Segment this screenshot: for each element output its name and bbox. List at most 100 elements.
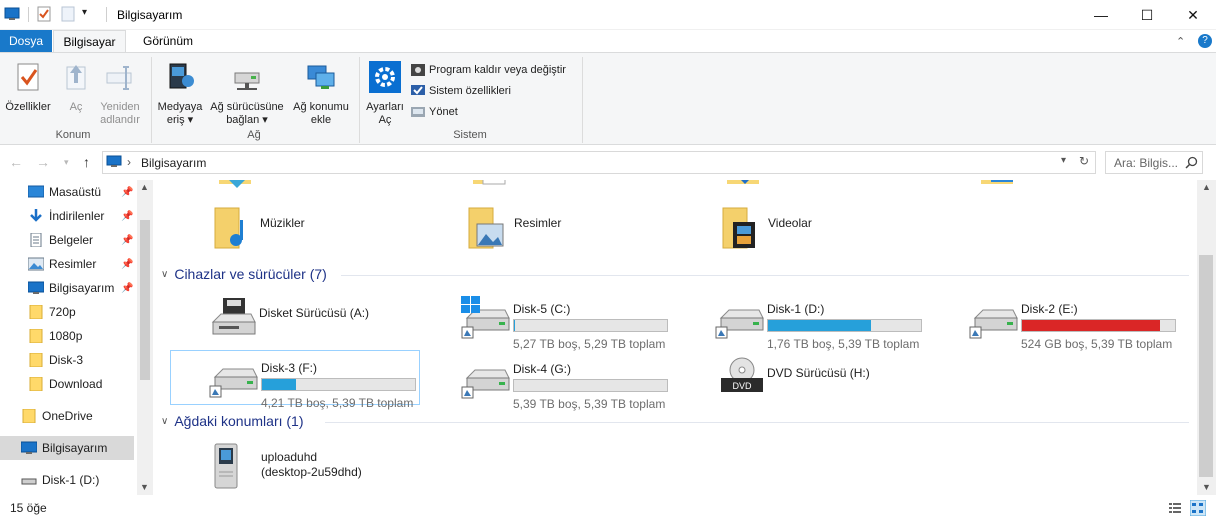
access-media-button[interactable]: Medyaya eriş ▾ (156, 61, 204, 127)
nav-item-pictures[interactable]: Resimler 📌 (0, 252, 136, 276)
folder-icon (29, 329, 43, 343)
drive-item[interactable]: Disket Sürücüsü (A:) (169, 292, 419, 348)
manage-icon (411, 107, 425, 117)
scroll-up-icon[interactable]: ▲ (1202, 182, 1211, 192)
drive-item[interactable]: Disk-5 (C:) 5,27 TB boş, 5,29 TB toplam (423, 292, 673, 351)
drive-usage-fill (262, 379, 296, 390)
drive-space-info: 5,27 TB boş, 5,29 TB toplam (513, 337, 666, 351)
details-view-icon[interactable] (1168, 501, 1182, 515)
nav-item-this-pc-pinned[interactable]: Bilgisayarım 📌 (0, 276, 136, 300)
minimize-button[interactable]: — (1078, 0, 1124, 30)
drive-item[interactable]: Disk-3 (F:) 4,21 TB boş, 5,39 TB toplam (170, 350, 420, 410)
drive-item[interactable]: Disk-2 (E:) 524 GB boş, 5,39 TB toplam (931, 292, 1181, 351)
map-drive-icon (234, 72, 260, 90)
network-location-icon (307, 65, 335, 89)
tiles-view-icon[interactable] (1190, 500, 1206, 516)
address-bar[interactable]: › Bilgisayarım ▾ ↻ (102, 151, 1096, 174)
nav-item-documents[interactable]: Belgeler 📌 (0, 228, 136, 252)
manage-button[interactable]: Yönet (410, 103, 458, 121)
scroll-down-icon[interactable]: ▼ (140, 482, 149, 492)
videos-folder-icon (722, 207, 755, 249)
downloads-folder-icon[interactable] (723, 180, 763, 190)
pictures-folder-icon (468, 207, 504, 249)
search-input[interactable]: Ara: Bilgis... (1105, 151, 1203, 174)
group-header-network[interactable]: ∨ Ağdaki konumları (1) (161, 413, 304, 429)
group-label-system: Sistem (453, 129, 487, 141)
rename-button[interactable]: Yeniden adlandır (96, 61, 144, 127)
network-location-item[interactable]: uploaduhd (desktop-2u59dhd) (209, 442, 459, 495)
title-bar: ▾ Bilgisayarım — ☐ ✕ (0, 0, 1216, 30)
drive-item[interactable]: Disk-1 (D:) 1,76 TB boş, 5,39 TB toplam (677, 292, 927, 351)
system-properties-button[interactable]: Sistem özellikleri (410, 82, 511, 100)
customize-qat-icon[interactable]: ▾ (82, 7, 87, 18)
tab-computer[interactable]: Bilgisayar (53, 30, 126, 53)
folder-pictures[interactable]: Resimler (465, 204, 715, 260)
nav-item-onedrive[interactable]: OneDrive (0, 404, 136, 428)
pin-icon: 📌 (121, 282, 134, 294)
group-label-location: Konum (55, 129, 91, 141)
nav-item-desktop[interactable]: Masaüstü 📌 (0, 180, 136, 204)
collapse-ribbon-icon[interactable]: ⌃ (1176, 35, 1185, 48)
new-folder-quick-icon[interactable] (60, 6, 76, 22)
open-button[interactable]: Aç (58, 61, 94, 114)
drive-item[interactable]: DVD DVD Sürücüsü (H:) (677, 352, 927, 407)
tab-view[interactable]: Görünüm (132, 30, 204, 53)
documents-folder-icon[interactable] (469, 180, 509, 190)
scroll-down-icon[interactable]: ▼ (1202, 482, 1211, 492)
drive-name: Disk-3 (F:) (261, 361, 317, 375)
status-bar: 15 öğe (0, 497, 1216, 519)
uninstall-program-button[interactable]: Program kaldır veya değiştir (410, 61, 566, 79)
drive-item[interactable]: Disk-4 (G:) 5,39 TB boş, 5,39 TB toplam (423, 352, 673, 411)
hard-drive-icon (209, 368, 258, 398)
scroll-up-icon[interactable]: ▲ (140, 182, 149, 192)
search-icon (1185, 156, 1198, 169)
folder-videos[interactable]: Videolar (719, 204, 969, 260)
address-dropdown-icon[interactable]: ▾ (1061, 155, 1066, 166)
maximize-button[interactable]: ☐ (1124, 0, 1170, 30)
properties-quick-icon[interactable] (36, 6, 52, 22)
refresh-icon[interactable]: ↻ (1079, 154, 1089, 168)
pin-icon: 📌 (121, 210, 134, 222)
computer-icon (4, 7, 20, 20)
breadcrumb-item[interactable]: Bilgisayarım (141, 156, 206, 170)
help-icon[interactable]: ? (1198, 34, 1212, 48)
ribbon-tab-bar: Dosya Bilgisayar Görünüm ⌃ ? (0, 30, 1216, 53)
drive-name: Disket Sürücüsü (A:) (259, 306, 370, 320)
nav-item-720p[interactable]: 720p (0, 300, 136, 324)
nav-item-disk-3[interactable]: Disk-3 (0, 348, 136, 372)
up-arrow-icon[interactable]: ↑ (83, 154, 90, 170)
nav-item-downloads[interactable]: İndirilenler 📌 (0, 204, 136, 228)
collapse-chevron-icon[interactable]: ∨ (161, 269, 168, 280)
back-arrow-icon[interactable]: ← (9, 154, 23, 170)
group-header-devices[interactable]: ∨ Cihazlar ve sürücüler (7) (161, 266, 327, 282)
breadcrumb-separator-icon[interactable]: › (127, 155, 131, 169)
collapse-chevron-icon[interactable]: ∨ (161, 416, 168, 427)
hard-drive-icon (969, 309, 1018, 339)
drive-usage-bar (261, 378, 416, 391)
nav-item-this-pc[interactable]: Bilgisayarım (0, 436, 134, 460)
add-network-location-button[interactable]: Ağ konumu ekle (290, 61, 352, 127)
nav-scrollbar[interactable]: ▲ ▼ (137, 180, 153, 495)
content-scrollbar[interactable]: ▲ ▼ (1197, 180, 1216, 495)
nav-item-disk-1[interactable]: Disk-1 (D:) (0, 468, 136, 492)
search-placeholder: Ara: Bilgis... (1114, 156, 1179, 170)
close-button[interactable]: ✕ (1170, 0, 1216, 30)
nav-scroll-thumb[interactable] (140, 220, 150, 380)
floppy-drive-icon (211, 298, 256, 335)
map-network-drive-button[interactable]: Ağ sürücüsüne bağlan ▾ (206, 61, 288, 127)
nav-item-1080p[interactable]: 1080p (0, 324, 136, 348)
forward-arrow-icon[interactable]: → (36, 154, 50, 170)
svg-text:DVD: DVD (732, 381, 752, 391)
nav-item-download[interactable]: Download (0, 372, 136, 396)
drive-usage-fill (768, 320, 871, 331)
pin-icon: 📌 (121, 234, 134, 246)
drive-usage-bar (513, 379, 668, 392)
folder-music[interactable]: Müzikler (211, 204, 461, 260)
desktop-folder-icon[interactable] (215, 180, 255, 190)
recent-locations-icon[interactable]: ▾ (64, 157, 69, 168)
3d-objects-folder-icon[interactable] (977, 180, 1017, 190)
properties-button[interactable]: Özellikler (4, 61, 52, 114)
tab-file[interactable]: Dosya (0, 30, 52, 53)
content-scroll-thumb[interactable] (1199, 255, 1213, 477)
open-settings-button[interactable]: Ayarları Aç (362, 61, 408, 127)
